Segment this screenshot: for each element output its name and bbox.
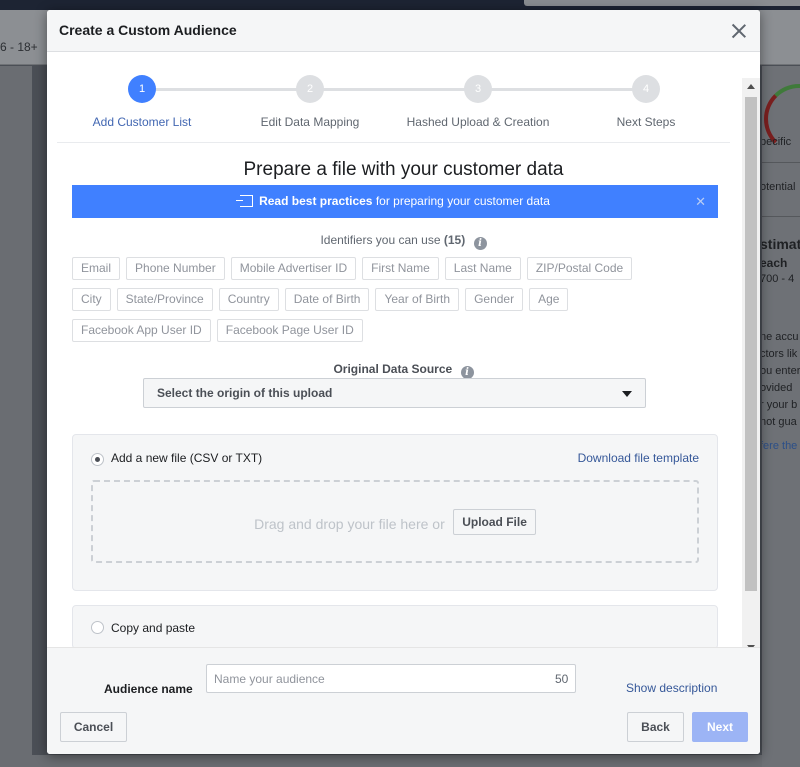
dialog-body: 1 Add Customer List 2 Edit Data Mapping … — [47, 52, 760, 647]
identifier-chip: First Name — [362, 257, 439, 280]
identifier-chips: Email Phone Number Mobile Advertiser ID Fir… — [72, 257, 712, 350]
background-age-text: 6 - 18+ — [0, 40, 38, 54]
step-number: 3 — [464, 75, 492, 103]
data-source-title: Original Data Source — [333, 362, 453, 376]
audience-name-label: Audience name — [104, 682, 193, 696]
cancel-button[interactable]: Cancel — [60, 712, 127, 742]
background-text: ou enter — [762, 365, 800, 377]
step-edit-data-mapping: 2 Edit Data Mapping — [225, 75, 395, 129]
step-label: Add Customer List — [92, 115, 192, 129]
identifier-chip: Country — [218, 288, 279, 311]
identifier-chip: Last Name — [444, 257, 521, 280]
background-divider — [762, 162, 800, 163]
audience-name-char-count: 50 — [555, 672, 569, 686]
banner-text: for preparing your customer data — [372, 194, 550, 208]
background-text: stimat — [762, 236, 800, 252]
next-button[interactable]: Next — [692, 712, 748, 742]
stepper-divider — [57, 142, 730, 143]
dialog-scrollbar[interactable] — [742, 78, 760, 647]
step-label: Hashed Upload & Creation — [406, 115, 550, 129]
section-title: Prepare a file with your customer data — [243, 159, 564, 180]
scroll-up-arrow-icon[interactable] — [747, 84, 755, 89]
scrollbar-thumb[interactable] — [745, 97, 757, 591]
add-file-label[interactable]: Add a new file (CSV or TXT) — [111, 451, 262, 465]
background-left-column — [0, 66, 32, 767]
step-number: 1 — [128, 75, 156, 103]
identifier-chip: City — [72, 288, 111, 311]
dialog-footer: Audience name 50 Show description Cancel… — [47, 647, 760, 754]
copy-paste-label[interactable]: Copy and paste — [111, 621, 195, 635]
background-text: pecific — [762, 136, 792, 148]
identifier-chip: Email — [72, 257, 121, 280]
custom-audience-dialog: Create a Custom Audience 1 Add Customer … — [47, 10, 760, 754]
file-dropzone[interactable]: Drag and drop your file here or Upload F… — [91, 480, 699, 563]
audience-name-input[interactable] — [206, 664, 576, 693]
info-icon[interactable]: i — [473, 237, 487, 250]
banner-close-icon[interactable]: ✕ — [695, 185, 706, 218]
identifier-chip: Facebook App User ID — [72, 319, 211, 342]
background-top-bar — [0, 0, 800, 10]
step-label: Next Steps — [616, 115, 676, 129]
dropzone-text: Drag and drop your file here or — [254, 516, 445, 532]
step-label: Edit Data Mapping — [260, 115, 360, 129]
data-source-heading: Original Data Source i — [47, 362, 760, 379]
step-number: 4 — [632, 75, 660, 103]
background-right-panel: pecific otential stimat each 700 - 4 ne … — [762, 66, 800, 767]
step-add-customer-list: 1 Add Customer List — [57, 75, 227, 129]
progress-stepper: 1 Add Customer List 2 Edit Data Mapping … — [72, 75, 732, 157]
identifier-chip: Facebook Page User ID — [216, 319, 363, 342]
identifier-chip: Year of Birth — [375, 288, 460, 311]
copy-paste-radio[interactable] — [91, 621, 104, 634]
step-next-steps: 4 Next Steps — [561, 75, 731, 129]
identifier-chip: Phone Number — [126, 257, 225, 280]
background-text: 700 - 4 — [762, 273, 795, 285]
close-icon[interactable] — [730, 22, 748, 40]
external-link-icon — [236, 195, 254, 207]
show-description-link[interactable]: Show description — [626, 681, 717, 695]
identifier-chip: Date of Birth — [284, 288, 370, 311]
background-text: ctors lik — [762, 348, 798, 360]
identifier-chip: State/Province — [116, 288, 213, 311]
data-source-select[interactable]: Select the origin of this upload — [143, 378, 646, 408]
dialog-header: Create a Custom Audience — [47, 10, 760, 52]
background-divider — [762, 216, 800, 217]
banner-link-text[interactable]: Read best practices — [259, 194, 372, 208]
add-file-radio[interactable] — [91, 453, 104, 466]
background-text: not gua — [762, 416, 797, 428]
identifier-chip: Mobile Advertiser ID — [230, 257, 357, 280]
best-practices-banner[interactable]: Read best practices for preparing your c… — [72, 185, 718, 218]
background-text: fere the — [762, 440, 798, 452]
identifiers-title: Identifiers you can use — [320, 233, 441, 247]
identifier-chip: Gender — [465, 288, 524, 311]
back-button[interactable]: Back — [627, 712, 684, 742]
background-text: ne accu — [762, 331, 799, 343]
data-source-select-value: Select the origin of this upload — [157, 386, 333, 400]
background-text: ovided — [762, 382, 793, 394]
background-text: otential — [762, 181, 796, 193]
copy-paste-option-card: Copy and paste — [72, 605, 718, 647]
identifier-chip: Age — [529, 288, 569, 311]
background-bottom — [32, 755, 762, 767]
identifiers-heading: Identifiers you can use (15) i — [47, 233, 760, 250]
caret-down-icon — [622, 391, 632, 397]
background-search-bar — [524, 0, 800, 6]
step-hashed-upload: 3 Hashed Upload & Creation — [393, 75, 563, 129]
upload-file-button[interactable]: Upload File — [453, 509, 536, 535]
add-file-option-card: Add a new file (CSV or TXT) Download fil… — [72, 434, 718, 591]
background-text: each — [762, 256, 788, 270]
background-text: r your b — [762, 399, 798, 411]
download-template-link[interactable]: Download file template — [578, 451, 699, 465]
identifiers-count: (15) — [443, 233, 466, 247]
step-number: 2 — [296, 75, 324, 103]
dialog-title: Create a Custom Audience — [59, 22, 237, 38]
identifier-chip: ZIP/Postal Code — [526, 257, 633, 280]
